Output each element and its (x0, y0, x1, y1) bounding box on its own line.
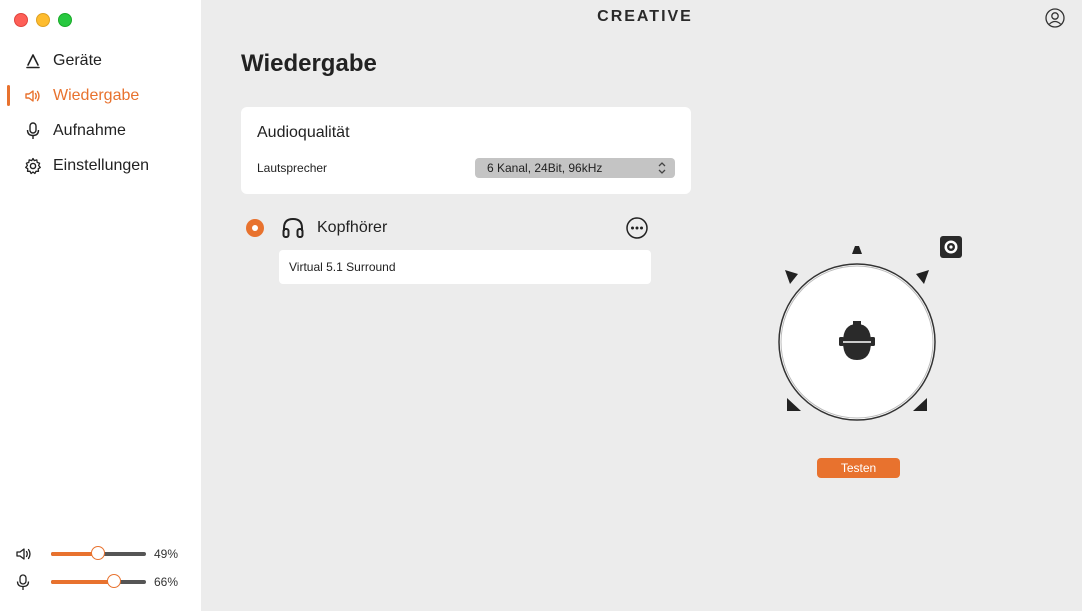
minimize-window-button[interactable] (36, 13, 50, 27)
maximize-window-button[interactable] (58, 13, 72, 27)
device-radio[interactable] (246, 219, 264, 237)
device-name: Kopfhörer (317, 219, 388, 236)
speaker-rear-left-icon (787, 398, 801, 411)
sidebar-nav: Geräte Wiedergabe Aufnahme Einstellungen (0, 43, 201, 183)
microphone-icon (24, 121, 42, 140)
test-button[interactable]: Testen (817, 458, 900, 478)
sidebar-item-label: Aufnahme (53, 121, 126, 139)
sidebar-item-label: Einstellungen (53, 156, 150, 174)
mic-slider-handle[interactable] (106, 574, 121, 588)
audio-quality-title: Audioqualität (257, 124, 350, 141)
mic-percent: 66% (154, 575, 179, 589)
mic-slider-fill (51, 580, 114, 584)
gear-icon (24, 157, 42, 175)
sidebar-item-wiedergabe[interactable]: Wiedergabe (0, 78, 201, 113)
sidebar-item-label: Geräte (53, 51, 102, 69)
sidebar: Geräte Wiedergabe Aufnahme Einstellungen (0, 0, 201, 611)
surround-mode-field[interactable]: Virtual 5.1 Surround (279, 250, 651, 284)
subwoofer-icon[interactable] (940, 236, 962, 258)
speaker-format-value: 6 Kanal, 24Bit, 96kHz (487, 161, 603, 175)
app-window: Geräte Wiedergabe Aufnahme Einstellungen (0, 0, 1082, 611)
brand-logo: CREATIVE (597, 8, 693, 25)
devices-icon (24, 52, 42, 70)
sidebar-item-label: Wiedergabe (53, 86, 140, 104)
speaker-front-right-icon (916, 270, 929, 284)
volume-slider-handle[interactable] (90, 546, 105, 560)
speaker-format-select[interactable]: 6 Kanal, 24Bit, 96kHz (475, 158, 675, 178)
chevron-updown-icon (657, 160, 667, 176)
close-window-button[interactable] (14, 13, 28, 27)
volume-slider[interactable] (51, 546, 146, 560)
microphone-icon (16, 573, 36, 591)
speaker-rear-right-icon (913, 398, 927, 411)
audio-quality-card: Audioqualität Lautsprecher 6 Kanal, 24Bi… (241, 107, 691, 194)
speaker-center-icon (852, 246, 862, 254)
headphones-icon (281, 216, 305, 240)
volume-row: 49% (16, 540, 196, 568)
sidebar-item-einstellungen[interactable]: Einstellungen (0, 148, 201, 183)
sidebar-item-geraete[interactable]: Geräte (0, 43, 201, 78)
sidebar-item-aufnahme[interactable]: Aufnahme (0, 113, 201, 148)
volume-percent: 49% (154, 547, 179, 561)
window-controls (14, 13, 72, 27)
speaker-front-left-icon (785, 270, 798, 284)
speaker-icon (16, 545, 36, 563)
user-circle-icon[interactable] (1045, 8, 1065, 28)
mic-slider[interactable] (51, 574, 146, 588)
level-controls: 49% 66% (16, 540, 196, 596)
mic-row: 66% (16, 568, 196, 596)
speaker-icon (24, 87, 42, 105)
speaker-label: Lautsprecher (257, 161, 328, 175)
surround-visualizer (770, 233, 970, 433)
page-title: Wiedergabe (241, 50, 377, 77)
more-options-icon[interactable] (626, 217, 648, 239)
